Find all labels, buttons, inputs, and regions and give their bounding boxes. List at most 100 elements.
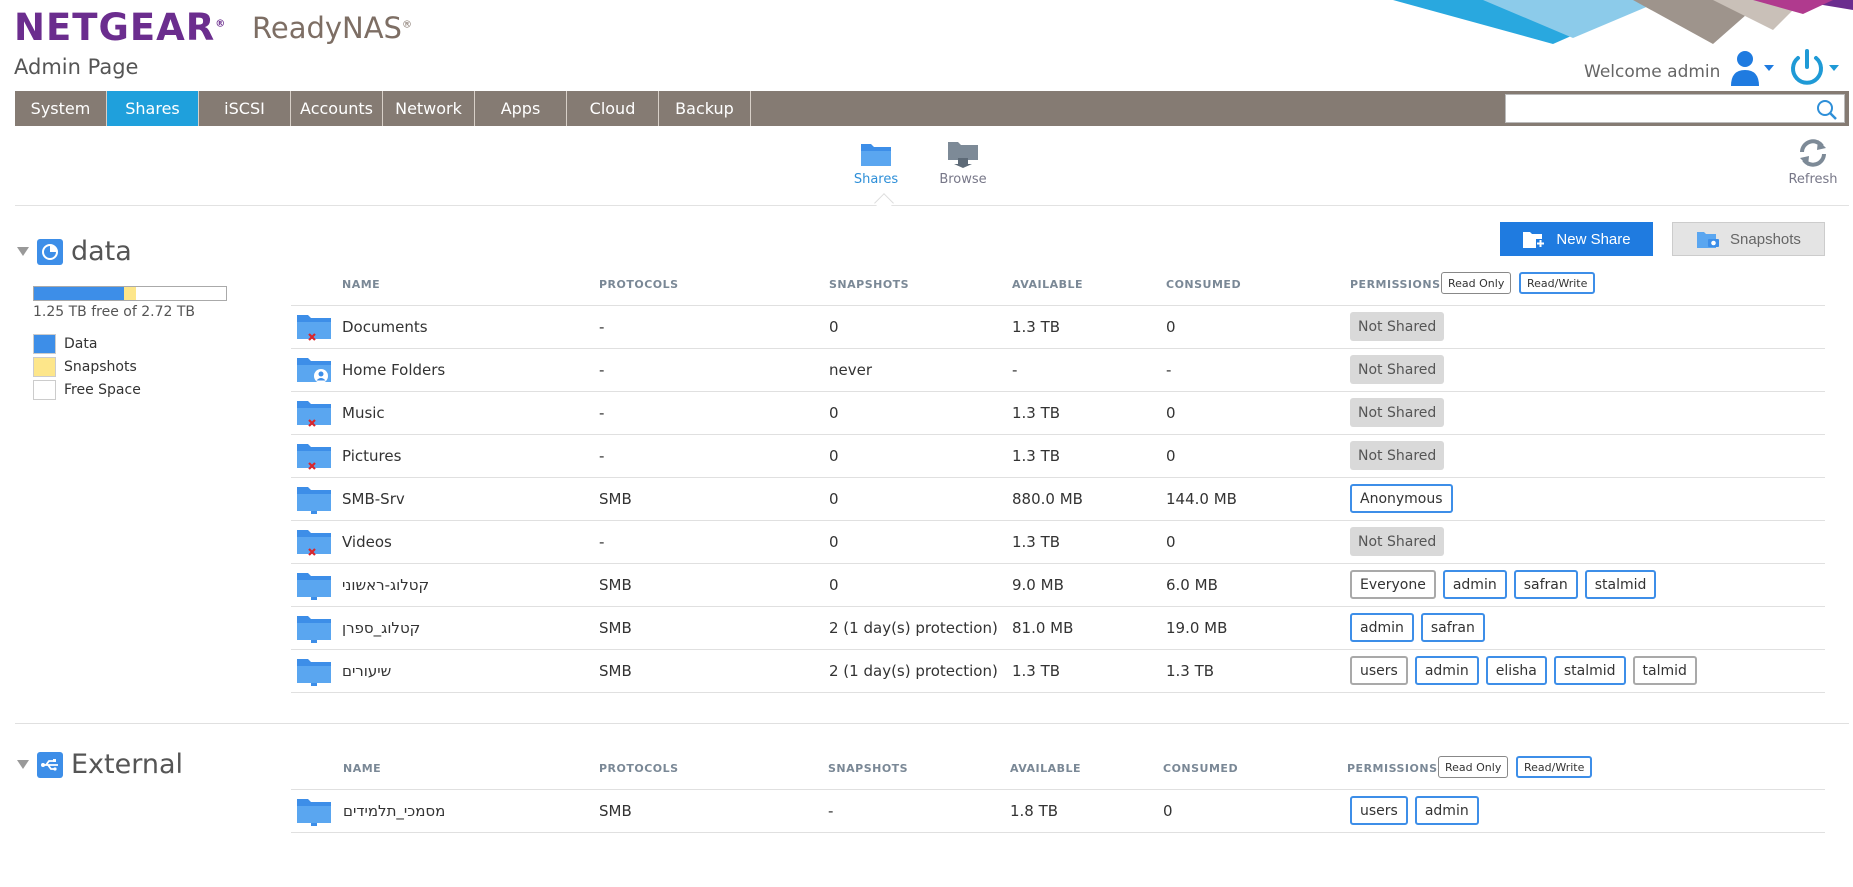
collapse-toggle-icon[interactable] <box>17 760 29 769</box>
page-subtitle: Admin Page <box>14 55 139 79</box>
usb-icon <box>37 751 63 778</box>
legend-swatch <box>33 333 56 354</box>
legend-label: Snapshots <box>64 358 137 375</box>
table-row[interactable]: Videos - 0 1.3 TB 0 Not Shared <box>291 521 1825 564</box>
read-only-filter-button[interactable]: Read Only <box>1441 272 1512 294</box>
new-share-button[interactable]: New Share <box>1500 222 1653 256</box>
cell-consumed: 144.0 MB <box>1166 490 1237 508</box>
permission-badge[interactable]: Everyone <box>1350 570 1436 599</box>
refresh-icon <box>1800 139 1826 167</box>
snapshots-button[interactable]: Snapshots <box>1672 222 1825 256</box>
tab-accounts[interactable]: Accounts <box>291 91 383 126</box>
table-row[interactable]: Pictures - 0 1.3 TB 0 Not Shared <box>291 435 1825 478</box>
usage-snapshot-fill <box>124 287 136 300</box>
power-icon <box>1791 49 1839 85</box>
table-row[interactable]: קטלוג-ראשוני SMB 0 9.0 MB 6.0 MB Everyone admi… <box>291 564 1825 607</box>
tab-shares[interactable]: Shares <box>107 91 199 126</box>
new-share-icon <box>1523 232 1546 248</box>
permission-badges: Anonymous <box>1350 484 1453 513</box>
unshared-folder-icon <box>296 399 332 429</box>
search-icon[interactable] <box>1816 99 1838 121</box>
cell-name: Music <box>342 404 385 422</box>
shared-folder-icon <box>296 614 332 644</box>
cell-consumed: 0 <box>1166 318 1176 336</box>
power-menu-button[interactable] <box>1788 48 1842 88</box>
permission-badge[interactable]: stalmid <box>1553 656 1626 685</box>
col-snapshots: SNAPSHOTS <box>829 278 910 291</box>
permission-badges: Not Shared <box>1350 527 1445 556</box>
cell-available: 81.0 MB <box>1012 619 1074 637</box>
table-row[interactable]: מסמכי_תלמידים SMB - 1.8 TB 0 users admin <box>291 790 1825 833</box>
permission-badge[interactable]: talmid <box>1632 656 1697 685</box>
table-row[interactable]: קטלוג_ספרן SMB 2 (1 day(s) protection) 81.0… <box>291 607 1825 650</box>
unshared-folder-icon <box>296 313 332 343</box>
volume-external-header: External <box>17 749 183 780</box>
refresh-label: Refresh <box>1788 172 1838 187</box>
permission-badge[interactable]: safran <box>1420 613 1485 642</box>
cell-available: 1.8 TB <box>1010 802 1059 820</box>
header: NETGEAR® ReadyNAS® Admin Page Welcome ad… <box>0 0 1853 92</box>
permission-badge[interactable]: elisha <box>1485 656 1547 685</box>
table-row[interactable]: שיעורים SMB 2 (1 day(s) protection) 1.3 TB 1… <box>291 650 1825 693</box>
read-only-filter-button[interactable]: Read Only <box>1438 756 1509 778</box>
read-write-filter-button[interactable]: Read/Write <box>1519 272 1596 294</box>
volume-usage-bar <box>33 286 227 301</box>
external-shares-table: NAME PROTOCOLS SNAPSHOTS AVAILABLE CONSU… <box>291 748 1825 833</box>
table-row[interactable]: SMB-Srv SMB 0 880.0 MB 144.0 MB Anonymous <box>291 478 1825 521</box>
col-available: AVAILABLE <box>1010 762 1082 775</box>
permission-badge[interactable]: users <box>1350 796 1408 825</box>
permission-badge[interactable]: Anonymous <box>1350 484 1453 513</box>
collapse-toggle-icon[interactable] <box>17 247 29 256</box>
permission-badge[interactable]: Not Shared <box>1350 355 1445 384</box>
permission-badges: users admin <box>1350 796 1479 825</box>
read-write-filter-button[interactable]: Read/Write <box>1516 756 1593 778</box>
unshared-folder-icon <box>296 528 332 558</box>
tab-backup[interactable]: Backup <box>659 91 751 126</box>
permission-badge[interactable]: Not Shared <box>1350 312 1445 341</box>
shared-folder-icon <box>296 657 332 687</box>
tab-cloud[interactable]: Cloud <box>567 91 659 126</box>
header-decoration <box>1393 0 1853 44</box>
permission-badge[interactable]: Not Shared <box>1350 441 1445 470</box>
permission-badge[interactable]: admin <box>1442 570 1507 599</box>
legend-swatch <box>33 356 56 377</box>
col-consumed: CONSUMED <box>1163 762 1239 775</box>
cell-snapshots: 0 <box>829 490 839 508</box>
subnav-shares-label: Shares <box>853 172 899 187</box>
permission-badge[interactable]: admin <box>1414 796 1479 825</box>
tab-apps[interactable]: Apps <box>475 91 567 126</box>
shares-table: NAME PROTOCOLS SNAPSHOTS AVAILABLE CONSU… <box>291 264 1825 693</box>
tab-network[interactable]: Network <box>383 91 475 126</box>
table-row[interactable]: Home Folders - never - - Not Shared <box>291 349 1825 392</box>
user-menu-button[interactable] <box>1728 48 1778 88</box>
search-input[interactable] <box>1505 94 1845 123</box>
col-name: NAME <box>343 762 382 775</box>
col-protocols: PROTOCOLS <box>599 278 679 291</box>
subnav-shares[interactable]: Shares <box>841 138 911 187</box>
legend-label: Data <box>64 335 98 352</box>
tab-iscsi[interactable]: iSCSI <box>199 91 291 126</box>
permission-badge[interactable]: Not Shared <box>1350 527 1445 556</box>
cell-protocols: - <box>599 447 605 465</box>
cell-available: 9.0 MB <box>1012 576 1064 594</box>
product-name: ReadyNAS® <box>252 11 412 45</box>
cell-name: SMB-Srv <box>342 490 405 508</box>
cell-available: 1.3 TB <box>1012 404 1061 422</box>
new-share-label: New Share <box>1556 230 1631 248</box>
subnav-browse[interactable]: Browse <box>928 138 998 187</box>
col-name: NAME <box>342 278 381 291</box>
tab-system[interactable]: System <box>15 91 107 126</box>
volume-icon <box>37 238 63 265</box>
product-text: ReadyNAS <box>252 11 402 45</box>
permission-badge[interactable]: admin <box>1414 656 1479 685</box>
permission-badge[interactable]: admin <box>1350 613 1414 642</box>
permission-badge[interactable]: safran <box>1513 570 1578 599</box>
permission-badges: Not Shared <box>1350 312 1445 341</box>
permission-badge[interactable]: stalmid <box>1584 570 1657 599</box>
refresh-button[interactable]: Refresh <box>1778 138 1848 187</box>
table-row[interactable]: Music - 0 1.3 TB 0 Not Shared <box>291 392 1825 435</box>
table-row[interactable]: Documents - 0 1.3 TB 0 Not Shared <box>291 306 1825 349</box>
permission-badge[interactable]: users <box>1350 656 1408 685</box>
permission-badge[interactable]: Not Shared <box>1350 398 1445 427</box>
cell-consumed: 19.0 MB <box>1166 619 1228 637</box>
